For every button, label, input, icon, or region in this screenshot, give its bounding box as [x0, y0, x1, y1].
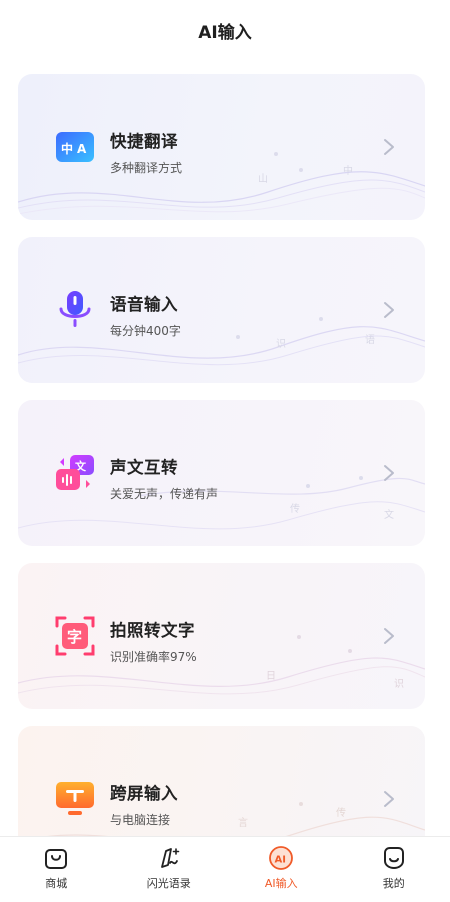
- chevron-right-icon: [384, 465, 394, 481]
- chevron-right-icon: [384, 302, 394, 318]
- svg-text:A: A: [77, 142, 87, 156]
- svg-text:中: 中: [343, 164, 353, 177]
- photo-ocr-icon: 字: [55, 616, 95, 656]
- ai-icon: AI: [269, 846, 294, 870]
- svg-text:传: 传: [336, 807, 346, 819]
- card-text: 快捷翻译 多种翻译方式: [110, 128, 182, 176]
- svg-text:AI: AI: [275, 855, 286, 866]
- tab-ai-input[interactable]: AI AI输入: [225, 845, 337, 891]
- card-subtitle: 多种翻译方式: [110, 161, 183, 175]
- tab-shop[interactable]: 商城: [0, 845, 112, 891]
- card-title: 快捷翻译: [110, 132, 178, 151]
- card-text: 语音输入 每分钟400字: [110, 291, 181, 339]
- svg-text:传: 传: [290, 503, 300, 515]
- tab-label: AI输入: [264, 877, 298, 890]
- profile-smile-icon: [383, 847, 404, 870]
- tab-label: 商城: [45, 877, 68, 890]
- svg-text:文: 文: [384, 508, 394, 521]
- cross-screen-icon: [56, 782, 94, 815]
- svg-text:语: 语: [365, 334, 375, 346]
- card-subtitle: 关爱无声，传递有声: [110, 487, 219, 501]
- svg-text:识: 识: [394, 678, 404, 690]
- chevron-right-icon: [384, 791, 394, 807]
- svg-text:言: 言: [238, 816, 248, 829]
- card-voice-input[interactable]: 识 语 语音输入 每分钟400字: [18, 237, 425, 383]
- voice-text-convert-icon: 文: [56, 455, 94, 490]
- card-title: 拍照转文字: [110, 621, 195, 640]
- shop-bag-icon: [45, 849, 68, 869]
- card-voice-text-convert[interactable]: 传 文 文 声文互转 关爱无声，传递有声: [18, 400, 425, 546]
- card-text: 声文互转 关爱无声，传递有声: [110, 454, 218, 502]
- microphone-icon: [59, 291, 91, 327]
- card-subtitle: 每分钟400字: [110, 324, 181, 338]
- tab-profile[interactable]: 我的: [338, 845, 450, 891]
- card-title: 跨屏输入: [110, 784, 178, 803]
- header: AI输入: [0, 0, 450, 60]
- svg-text:中: 中: [61, 141, 73, 156]
- quote-pen-icon: [160, 848, 180, 868]
- svg-text:山: 山: [258, 173, 268, 185]
- ai-input-page: AI输入 山 中 中 A 快捷翻译 多种翻译方式 识 语 语音输入 每分钟400…: [0, 0, 450, 902]
- tab-label: 我的: [382, 877, 405, 890]
- svg-text:识: 识: [276, 338, 286, 350]
- chevron-right-icon: [384, 139, 394, 155]
- bottom-tab-bar: 商城 闪光语录 AI AI输入 我的: [0, 836, 450, 902]
- card-subtitle: 与电脑连接: [110, 813, 171, 827]
- svg-text:日: 日: [266, 671, 276, 682]
- page-title: AI输入: [198, 22, 252, 43]
- card-text: 拍照转文字 识别准确率97%: [110, 617, 197, 665]
- card-text: 跨屏输入 与电脑连接: [110, 780, 178, 828]
- card-title: 语音输入: [110, 295, 178, 314]
- tab-label: 闪光语录: [146, 877, 191, 890]
- card-subtitle: 识别准确率97%: [110, 650, 197, 664]
- translate-icon: 中 A: [56, 132, 94, 162]
- tab-quotes[interactable]: 闪光语录: [113, 845, 225, 891]
- chevron-right-icon: [384, 628, 394, 644]
- feature-list: 山 中 中 A 快捷翻译 多种翻译方式 识 语 语音输入 每分钟400字 传 文…: [18, 74, 425, 889]
- svg-text:字: 字: [67, 628, 82, 646]
- card-title: 声文互转: [110, 458, 178, 477]
- card-photo-to-text[interactable]: 日 识 字 拍照转文字 识别准确率97%: [18, 563, 425, 709]
- card-quick-translate[interactable]: 山 中 中 A 快捷翻译 多种翻译方式: [18, 74, 425, 220]
